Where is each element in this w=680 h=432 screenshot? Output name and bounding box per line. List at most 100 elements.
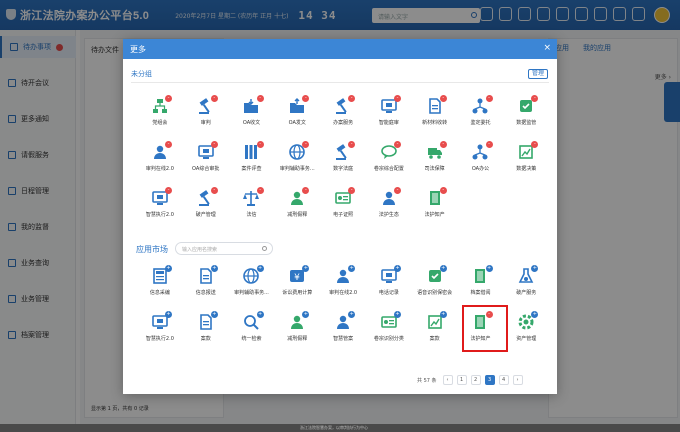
app-tile[interactable]: + 智慧执行2.0 (137, 307, 183, 353)
remove-app-icon[interactable]: - (165, 141, 172, 148)
app-tile[interactable]: + 卷宗识别分类 (366, 307, 412, 353)
app-tile[interactable]: - 法护知产 (412, 183, 458, 229)
app-tile[interactable]: - 案件评查 (229, 137, 275, 183)
remove-app-icon[interactable]: - (256, 95, 264, 102)
app-tile[interactable]: + 档案借阅 (458, 261, 504, 307)
app-tile[interactable]: - 减刑假释 (274, 183, 320, 229)
page-3-button[interactable]: 3 (484, 375, 495, 385)
app-tile[interactable]: - 新材料收转 (412, 91, 458, 137)
app-tile[interactable]: - 审判 (183, 91, 229, 137)
add-app-icon[interactable]: + (165, 265, 172, 272)
remove-app-icon[interactable]: - (485, 95, 493, 102)
remove-app-icon[interactable]: - (256, 141, 264, 148)
add-app-icon[interactable]: + (302, 311, 310, 318)
app-tile[interactable]: + 审判在线2.0 (320, 261, 366, 307)
add-app-icon[interactable]: + (210, 311, 218, 318)
app-tile[interactable]: ¥ + 诉讼费用计算 (274, 261, 320, 307)
remove-app-icon[interactable]: - (210, 95, 218, 102)
page-2-button[interactable]: 2 (470, 375, 481, 385)
prev-page-button[interactable]: ‹ (442, 375, 453, 385)
app-label: 鉴定委托 (470, 120, 491, 126)
market-search-input[interactable]: 输入应用名搜索 (175, 242, 273, 255)
add-app-icon[interactable]: + (439, 311, 447, 318)
app-tile[interactable]: + 电话记录 (366, 261, 412, 307)
remove-app-icon[interactable]: - (302, 187, 310, 194)
remove-app-icon[interactable]: - (256, 187, 264, 194)
app-tile[interactable]: - 数字法庭 (320, 137, 366, 183)
app-tile[interactable]: - 数据监管 (503, 91, 549, 137)
add-app-icon[interactable]: + (439, 265, 447, 272)
app-tile[interactable]: + 语音识别保密会 (412, 261, 458, 307)
remove-app-icon[interactable]: - (531, 95, 539, 102)
app-tile[interactable]: - 法信 (229, 183, 275, 229)
remove-app-icon[interactable]: - (439, 187, 447, 194)
add-app-icon[interactable]: + (256, 265, 264, 272)
remove-app-icon[interactable]: - (531, 141, 539, 148)
app-tile[interactable]: + 智慧管案 (320, 307, 366, 353)
remove-app-icon[interactable]: - (165, 187, 172, 194)
app-tile[interactable]: + 减刑假释 (274, 307, 320, 353)
remove-app-icon[interactable]: - (393, 141, 401, 148)
remove-app-icon[interactable]: - (165, 95, 172, 102)
page-1-button[interactable]: 1 (456, 375, 467, 385)
add-app-icon[interactable]: + (531, 311, 539, 318)
remove-app-icon[interactable]: - (302, 141, 310, 148)
add-app-icon[interactable]: + (256, 311, 264, 318)
remove-app-icon[interactable]: - (439, 95, 447, 102)
add-app-icon[interactable]: + (165, 311, 172, 318)
remove-app-icon[interactable]: - (210, 141, 218, 148)
app-tile[interactable]: + 案款 (412, 307, 458, 353)
app-tile[interactable]: - 智能庭审 (366, 91, 412, 137)
add-app-icon[interactable]: + (348, 311, 356, 318)
add-app-icon[interactable]: + (393, 265, 401, 272)
add-app-icon[interactable]: + (348, 265, 356, 272)
app-tile[interactable]: - 司法保障 (412, 137, 458, 183)
app-tile[interactable]: - OA发文 (274, 91, 320, 137)
app-tile[interactable]: - OA综合审批 (183, 137, 229, 183)
dialog-header: 更多 × (123, 39, 557, 59)
remove-app-icon[interactable]: - (348, 187, 356, 194)
next-page-button[interactable]: › (512, 375, 523, 385)
tab-unassigned[interactable]: 未分组 (131, 69, 152, 79)
app-tile[interactable]: + 信息采编 (137, 261, 183, 307)
app-tile[interactable]: + 统一检索 (229, 307, 275, 353)
remove-app-icon[interactable]: - (302, 95, 310, 102)
add-app-icon[interactable]: + (485, 265, 493, 272)
app-tile[interactable]: + 资产管理 (503, 307, 549, 353)
page-4-button[interactable]: 4 (498, 375, 509, 385)
app-tile[interactable]: + 案款 (183, 307, 229, 353)
manage-button[interactable]: 管理 (528, 69, 548, 79)
app-tile[interactable]: + 信息报送 (183, 261, 229, 307)
add-app-icon[interactable]: + (531, 265, 539, 272)
add-app-icon[interactable]: + (210, 265, 218, 272)
app-tile[interactable]: - 办案服务 (320, 91, 366, 137)
app-tile[interactable]: - 破产管理 (183, 183, 229, 229)
remove-app-icon[interactable]: - (393, 187, 401, 194)
remove-app-icon[interactable]: - (348, 95, 356, 102)
app-tile[interactable]: + 审判辅助事务... (229, 261, 275, 307)
remove-app-icon[interactable]: - (348, 141, 356, 148)
search-icon[interactable] (262, 246, 267, 251)
app-tile[interactable]: - 审判在线2.0 (137, 137, 183, 183)
remove-app-icon[interactable]: - (210, 187, 218, 194)
app-tile[interactable]: - 法护生态 (366, 183, 412, 229)
app-tile[interactable]: - 卷宗综合配置 (366, 137, 412, 183)
app-tile[interactable]: - 审判辅助事务... (274, 137, 320, 183)
app-tile[interactable]: - 电子证照 (320, 183, 366, 229)
remove-app-icon[interactable]: - (439, 141, 447, 148)
footer-text: 浙江法院智慧办案，以审判执行为中心 (300, 425, 368, 430)
add-app-icon[interactable]: + (393, 311, 401, 318)
close-icon[interactable]: × (543, 44, 551, 53)
dialog-title: 更多 (130, 44, 146, 54)
app-tile[interactable]: - 党组会 (137, 91, 183, 137)
app-label: OA办公 (471, 166, 490, 172)
app-tile[interactable]: + 破产服务 (503, 261, 549, 307)
app-tile[interactable]: - 数据决策 (503, 137, 549, 183)
remove-app-icon[interactable]: - (393, 95, 401, 102)
add-app-icon[interactable]: + (302, 265, 310, 272)
app-tile[interactable]: - 智慧执行2.0 (137, 183, 183, 229)
app-tile[interactable]: - OA办公 (458, 137, 504, 183)
app-tile[interactable]: - 鉴定委托 (458, 91, 504, 137)
app-tile[interactable]: - OA收文 (229, 91, 275, 137)
remove-app-icon[interactable]: - (485, 141, 493, 148)
